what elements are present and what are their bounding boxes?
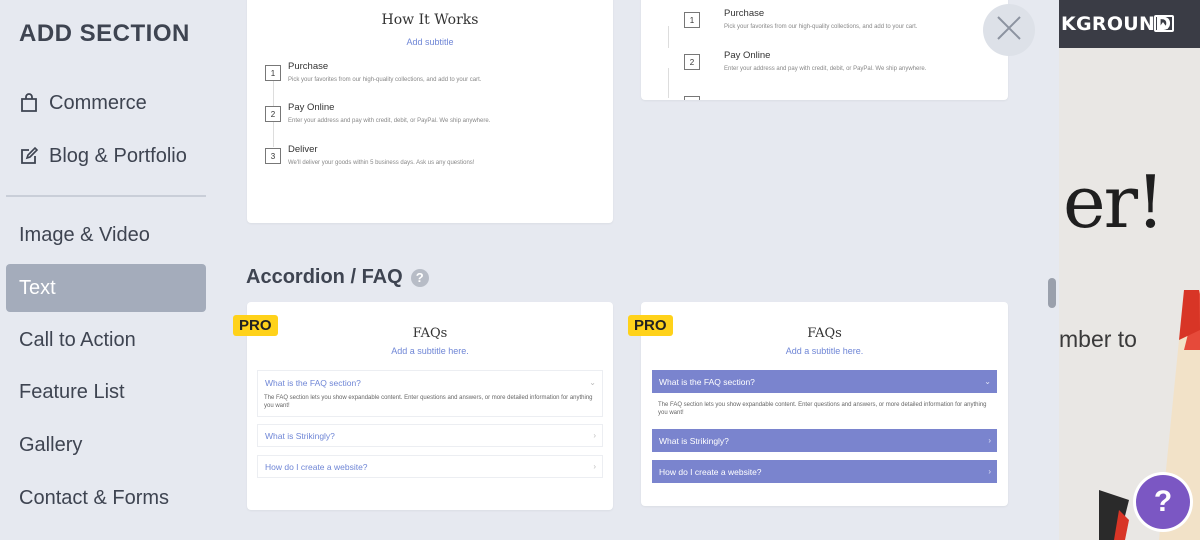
sidebar-item-label: Feature List [19, 380, 125, 403]
sidebar-item-label: Text [19, 276, 56, 299]
sidebar-item-contact-forms[interactable]: Contact & Forms [6, 474, 206, 522]
section-title-label: Accordion / FAQ [246, 266, 403, 288]
step-connector [273, 122, 274, 147]
faq-title: FAQs [412, 326, 448, 341]
faq-question: What is the FAQ section? [265, 378, 361, 388]
faq-item: What is Strikingly? › [257, 424, 603, 447]
site-topbar[interactable]: KGROUND [1059, 0, 1200, 48]
step-number [684, 96, 700, 100]
faq-item: How do I create a website? › [257, 455, 603, 478]
sidebar-item-feature-list[interactable]: Feature List [6, 368, 206, 416]
chevron-down-icon: ⌄ [589, 378, 596, 387]
step-number: 3 [265, 148, 281, 164]
template-card-how-it-works[interactable]: How It Works Add subtitle 1 Purchase Pic… [247, 0, 613, 223]
step-number: 2 [265, 106, 281, 122]
step-description: We'll deliver your goods within 5 busine… [288, 160, 475, 166]
step-item: 1 Purchase Pick your favorites from our … [265, 61, 482, 83]
step-item: 2 Pay Online Enter your address and pay … [265, 102, 491, 124]
help-button[interactable]: ? [1136, 475, 1190, 529]
chevron-right-icon: › [593, 462, 596, 471]
chevron-right-icon: › [593, 431, 596, 440]
step-connector [668, 68, 669, 98]
template-card-how-it-works-alt[interactable]: 1 Purchase Pick your favorites from our … [641, 0, 1008, 100]
faq-title: FAQs [807, 326, 842, 341]
chevron-down-icon: ⌄ [984, 377, 991, 386]
step-number: 2 [684, 54, 700, 70]
template-card-faq-outline[interactable]: FAQs Add a subtitle here. What is the FA… [247, 302, 613, 510]
step-connector [273, 81, 274, 106]
faq-answer: The FAQ section lets you show expandable… [658, 402, 987, 416]
step-description: Enter your address and pay with credit, … [724, 66, 927, 72]
sidebar-item-label: Commerce [49, 91, 147, 114]
faq-subtitle: Add a subtitle here. [785, 346, 864, 356]
faq-item: What is Strikingly? › [652, 429, 997, 452]
add-section-sidebar: ADD SECTION Commerce Blog & Portfolio Im… [0, 0, 212, 540]
step-title: Pay Online [288, 102, 335, 113]
pro-badge: PRO [233, 315, 278, 336]
sidebar-item-gallery[interactable]: Gallery [6, 421, 206, 469]
edit-icon [19, 146, 39, 166]
sidebar-item-blog-portfolio[interactable]: Blog & Portfolio [6, 132, 206, 180]
shopping-bag-icon [19, 93, 39, 113]
template-card-faq-filled[interactable]: FAQs Add a subtitle here. What is the FA… [641, 302, 1008, 506]
sidebar-item-label: Blog & Portfolio [49, 144, 187, 167]
faq-question: How do I create a website? [659, 466, 762, 477]
templates-area: How It Works Add subtitle 1 Purchase Pic… [212, 0, 1059, 540]
chevron-right-icon: › [988, 436, 991, 445]
sidebar-item-label: Gallery [19, 433, 83, 456]
sidebar-item-label: Contact & Forms [19, 486, 170, 509]
step-title: Purchase [288, 61, 329, 72]
step-item: 1 Purchase Pick your favorites from our … [684, 8, 918, 30]
faq-question: What is Strikingly? [265, 430, 335, 441]
step-number: 1 [265, 65, 281, 81]
sidebar-item-image-video[interactable]: Image & Video [6, 211, 206, 259]
site-heading: er! [1063, 160, 1165, 244]
step-description: Enter your address and pay with credit, … [288, 118, 491, 124]
pro-badge: PRO [628, 315, 673, 336]
site-preview: KGROUND er! mber to [1059, 0, 1200, 540]
template-title: How It Works [381, 12, 479, 28]
faq-subtitle: Add a subtitle here. [391, 346, 469, 356]
chevron-right-icon: › [988, 467, 991, 476]
sidebar-item-commerce[interactable]: Commerce [6, 79, 206, 127]
faq-item: What is the FAQ section? ⌄ [652, 370, 997, 393]
step-description: Pick your favorites from our high-qualit… [724, 24, 918, 30]
step-item: 2 Pay Online Enter your address and pay … [684, 50, 927, 72]
image-icon[interactable] [1154, 15, 1174, 32]
sidebar-item-label: Image & Video [19, 223, 150, 246]
sidebar-item-label: Call to Action [19, 328, 136, 351]
step-title: Deliver [288, 144, 318, 155]
step-title: Purchase [724, 8, 765, 19]
step-title: Pay Online [724, 50, 771, 61]
faq-item: How do I create a website? › [652, 460, 997, 483]
question-icon[interactable]: ? [410, 268, 429, 287]
close-button[interactable] [983, 4, 1035, 56]
faq-question: How do I create a website? [265, 461, 368, 472]
sidebar-title: ADD SECTION [19, 20, 190, 47]
sidebar-divider [6, 195, 206, 197]
step-item: 3 Deliver We'll deliver your goods withi… [265, 144, 475, 166]
faq-answer: The FAQ section lets you show expandable… [264, 395, 593, 409]
section-title-accordion-faq: Accordion / FAQ ? [246, 266, 429, 289]
sidebar-item-call-to-action[interactable]: Call to Action [6, 316, 206, 364]
step-number: 1 [684, 12, 700, 28]
faq-question: What is the FAQ section? [659, 376, 755, 387]
template-subtitle: Add subtitle [406, 37, 454, 47]
faq-question: What is Strikingly? [659, 435, 729, 446]
step-connector [668, 26, 669, 48]
step-description: Pick your favorites from our high-qualit… [288, 77, 482, 83]
sidebar-item-text[interactable]: Text [6, 264, 206, 312]
scrollbar-thumb[interactable] [1048, 278, 1056, 308]
close-icon [996, 15, 1022, 46]
